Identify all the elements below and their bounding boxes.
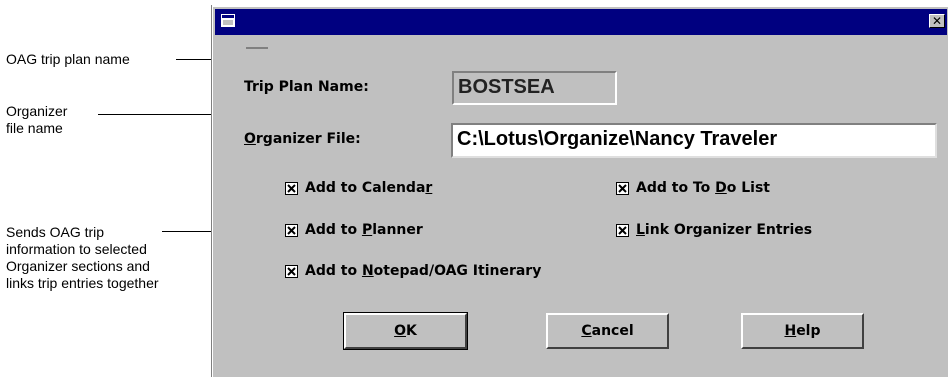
accelerator-key: r [425, 180, 433, 196]
cancel-button[interactable]: Cancel [546, 313, 669, 349]
accelerator-key: D [715, 180, 727, 196]
checkbox-checked-icon [285, 223, 298, 237]
label-part: lanner [372, 222, 423, 238]
trip-plan-name-label: Trip Plan Name: [244, 79, 369, 95]
checkbox-checked-icon [616, 181, 629, 195]
ok-button[interactable]: OK [343, 312, 468, 350]
label-part: ink Organizer Entries [644, 222, 813, 238]
label-part: Add to To [636, 180, 716, 196]
label-part: o List [726, 180, 770, 196]
close-button[interactable]: ✕ [929, 14, 945, 28]
checkbox-label: Add to To Do List [636, 180, 770, 196]
system-menu-icon[interactable] [221, 14, 235, 27]
title-bar: ✕ [215, 9, 947, 35]
label-part: otepad/OAG Itinerary [373, 263, 542, 279]
organizer-file-input[interactable]: C:\Lotus\Organize\Nancy Traveler [451, 123, 937, 158]
help-button[interactable]: Help [741, 313, 864, 349]
accelerator-key: O [244, 131, 256, 147]
label-text: rganizer File: [255, 131, 361, 147]
add-to-notepad-checkbox[interactable]: Add to Notepad/OAG Itinerary [285, 263, 541, 279]
close-icon: ✕ [931, 14, 943, 28]
callout-trip-plan-name: OAG trip plan name [6, 51, 130, 67]
accelerator-key: C [581, 323, 592, 339]
button-label: K [406, 323, 417, 339]
checkbox-label: Add to Notepad/OAG Itinerary [305, 263, 541, 279]
checkbox-checked-icon [285, 181, 298, 195]
label-part: Add to [305, 263, 362, 279]
add-to-calendar-checkbox[interactable]: Add to Calendar [285, 180, 432, 196]
accelerator-key: H [784, 323, 797, 339]
button-label: elp [796, 323, 821, 339]
add-to-planner-checkbox[interactable]: Add to Planner [285, 222, 423, 238]
organizer-file-label: Organizer File: [244, 131, 361, 147]
label-part: Add to [305, 222, 362, 238]
callout-sends: Sends OAG trip information to selected O… [6, 224, 159, 291]
add-to-todo-checkbox[interactable]: Add to To Do List [616, 180, 770, 196]
accelerator-key: L [636, 222, 645, 238]
dialog-window: ✕ Trip Plan Name: BOSTSEA Organizer File… [212, 6, 948, 377]
checkbox-label: Add to Calendar [305, 180, 432, 196]
callout-organizer-file: Organizer file name [6, 103, 68, 136]
checkbox-checked-icon [285, 264, 298, 278]
trip-plan-name-field[interactable]: BOSTSEA [452, 71, 617, 105]
button-label: ancel [591, 323, 634, 339]
divider [246, 47, 268, 49]
label-part: Add to Calenda [305, 180, 426, 196]
checkbox-checked-icon [616, 223, 629, 237]
checkbox-label: Link Organizer Entries [636, 222, 812, 238]
checkbox-label: Add to Planner [305, 222, 423, 238]
accelerator-key: P [361, 222, 373, 238]
accelerator-key: N [361, 263, 374, 279]
accelerator-key: O [394, 323, 407, 339]
link-organizer-entries-checkbox[interactable]: Link Organizer Entries [616, 222, 812, 238]
